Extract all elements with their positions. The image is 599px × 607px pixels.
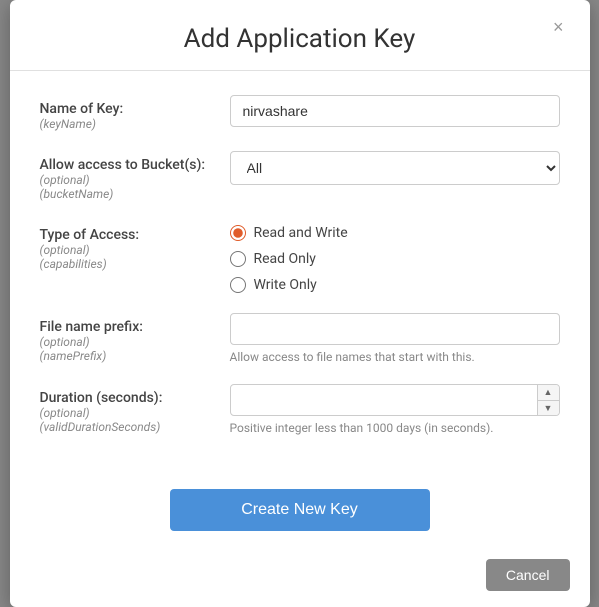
bucket-label: Allow access to Bucket(s): (optional) (b…: [40, 151, 230, 201]
file-prefix-row: File name prefix: (optional) (namePrefix…: [40, 313, 560, 364]
radio-read-only-label: Read Only: [254, 251, 316, 267]
duration-label: Duration (seconds): (optional) (validDur…: [40, 384, 230, 434]
key-name-input-wrap: [230, 95, 560, 127]
bucket-select-wrap: All: [230, 151, 560, 185]
duration-hint: Positive integer less than 1000 days (in…: [230, 421, 560, 435]
radio-read-write-input[interactable]: [230, 225, 246, 241]
key-name-row: Name of Key: (keyName): [40, 95, 560, 131]
modal-overlay: Add Application Key × Name of Key: (keyN…: [0, 0, 599, 607]
radio-read-only[interactable]: Read Only: [230, 251, 560, 267]
duration-input-wrap: ▲ ▼ Positive integer less than 1000 days…: [230, 384, 560, 435]
close-button[interactable]: ×: [547, 16, 570, 38]
file-prefix-label: File name prefix: (optional) (namePrefix…: [40, 313, 230, 363]
create-key-button[interactable]: Create New Key: [170, 489, 430, 531]
access-type-options: Read and Write Read Only Write Only: [230, 221, 560, 293]
modal-header: Add Application Key ×: [10, 0, 590, 71]
spinner-buttons: ▲ ▼: [537, 385, 559, 415]
modal-body: Name of Key: (keyName) Allow access to B…: [10, 71, 590, 479]
duration-spinner: ▲ ▼: [230, 384, 560, 416]
modal-dialog: Add Application Key × Name of Key: (keyN…: [10, 0, 590, 607]
cancel-button[interactable]: Cancel: [486, 559, 570, 591]
spinner-up-button[interactable]: ▲: [538, 385, 559, 401]
file-prefix-input[interactable]: [230, 313, 560, 345]
radio-read-write-label: Read and Write: [254, 225, 348, 241]
radio-group: Read and Write Read Only Write Only: [230, 221, 560, 293]
radio-write-only[interactable]: Write Only: [230, 277, 560, 293]
modal-actions: Cancel: [10, 551, 590, 607]
duration-row: Duration (seconds): (optional) (validDur…: [40, 384, 560, 435]
access-type-row: Type of Access: (optional) (capabilities…: [40, 221, 560, 293]
file-prefix-input-wrap: Allow access to file names that start wi…: [230, 313, 560, 364]
key-name-label: Name of Key: (keyName): [40, 95, 230, 131]
bucket-row: Allow access to Bucket(s): (optional) (b…: [40, 151, 560, 201]
file-prefix-hint: Allow access to file names that start wi…: [230, 350, 560, 364]
modal-title: Add Application Key: [40, 24, 560, 54]
spinner-down-button[interactable]: ▼: [538, 401, 559, 416]
radio-read-only-input[interactable]: [230, 251, 246, 267]
access-type-label: Type of Access: (optional) (capabilities…: [40, 221, 230, 271]
key-name-input[interactable]: [230, 95, 560, 127]
duration-input[interactable]: [230, 384, 560, 416]
radio-write-only-label: Write Only: [254, 277, 317, 293]
radio-read-write[interactable]: Read and Write: [230, 225, 560, 241]
radio-write-only-input[interactable]: [230, 277, 246, 293]
bucket-select[interactable]: All: [230, 151, 560, 185]
modal-footer: Create New Key: [10, 479, 590, 551]
